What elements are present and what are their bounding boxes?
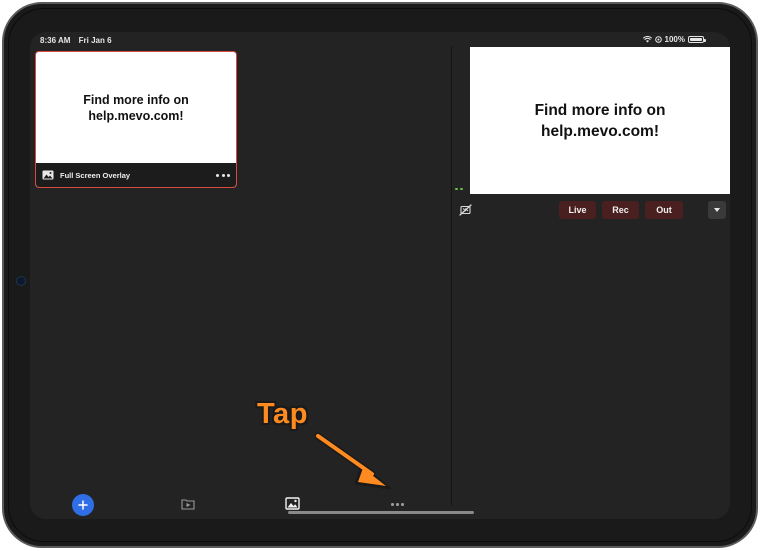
battery-percent: 100% <box>664 35 685 44</box>
overlay-card-label: Full Screen Overlay <box>60 170 131 180</box>
location-icon <box>654 36 662 43</box>
overlay-card-full-screen[interactable]: Find more info on help.mevo.com! Full Sc… <box>35 51 237 188</box>
battery-icon <box>688 36 706 43</box>
resize-handle[interactable] <box>455 188 463 190</box>
overlay-thumbnail: Find more info on help.mevo.com! <box>36 52 236 164</box>
home-indicator[interactable] <box>288 511 474 514</box>
hide-icon[interactable] <box>459 204 472 216</box>
chevron-down-icon[interactable] <box>708 201 726 219</box>
output-controls: Live Rec Out <box>452 195 730 225</box>
media-play-icon[interactable] <box>181 498 195 510</box>
status-date: Fri Jan 6 <box>78 36 112 45</box>
status-bar-right: 100% <box>642 35 706 44</box>
panel-divider <box>451 46 452 506</box>
image-icon <box>42 170 54 180</box>
live-button[interactable]: Live <box>559 201 596 219</box>
plus-icon <box>78 500 88 510</box>
add-button[interactable] <box>72 494 94 516</box>
camera-dot <box>16 276 26 286</box>
status-time: 8:36 AM <box>40 36 71 45</box>
overlay-card-footer: Full Screen Overlay <box>36 163 236 187</box>
out-button[interactable]: Out <box>645 201 683 219</box>
arrow-icon <box>314 432 391 490</box>
status-bar-left: 8:36 AM Fri Jan 6 <box>40 36 118 45</box>
overlay-image-icon[interactable] <box>285 497 300 510</box>
program-preview: Find more info on help.mevo.com! <box>470 47 730 194</box>
rec-button[interactable]: Rec <box>602 201 639 219</box>
program-preview-text: Find more info on help.mevo.com! <box>534 101 666 140</box>
more-options-icon[interactable] <box>391 503 404 506</box>
more-icon[interactable] <box>216 173 230 177</box>
wifi-icon <box>642 36 652 43</box>
tap-annotation: Tap <box>257 398 308 430</box>
overlay-thumbnail-text: Find more info on help.mevo.com! <box>83 93 189 123</box>
